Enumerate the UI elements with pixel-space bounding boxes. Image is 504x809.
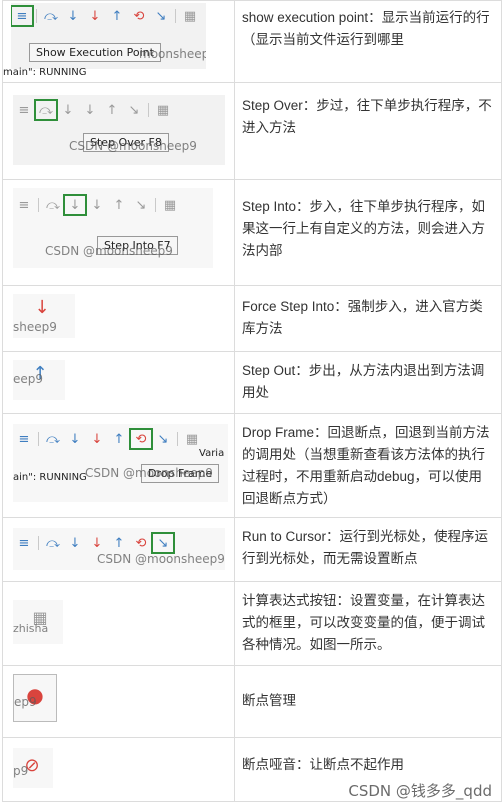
lines-icon[interactable]: ≡ <box>13 429 35 449</box>
watermark: zhisha <box>13 622 49 635</box>
step-out-icon[interactable]: ↑ <box>108 195 130 215</box>
table-row: ▦ zhisha 计算表达式按钮：设置变量，在计算表达式的框里，可以改变变量的值… <box>3 582 501 666</box>
drop-frame-icon[interactable]: ⟲ <box>129 428 153 450</box>
evaluate-icon[interactable]: ▦ <box>152 100 174 120</box>
table-row: ≡ ⤼ ↓ ↓ ↑ ⟲ ↘ CSDN @moonsheep9 Run to Cu… <box>3 518 501 582</box>
row-description: Step Out：步出，从方法内退出到方法调用处 <box>242 363 485 400</box>
step-into-icon[interactable]: ↓ <box>64 533 86 553</box>
table-row: ≡ ⤼ ↓ ↓ ↑ ⟲ ↘ ▦ Show Execution Point moo… <box>3 0 501 83</box>
lines-icon[interactable]: ≡ <box>11 5 34 27</box>
watermark: CSDN @moonsheep9 <box>97 552 225 566</box>
row-description: Step Into：步入，往下单步执行程序，如果这一行上有自定义的方法，则会进入… <box>242 199 486 258</box>
drop-frame-icon[interactable]: ⟲ <box>130 533 152 553</box>
watermark: CSDN @moonsheep9 <box>85 466 213 480</box>
screenshot-step-into: ≡ ⤼ ↓ ↓ ↑ ↘ ▦ Step Into F7 CSDN @moonshe… <box>3 180 235 285</box>
separator <box>38 432 39 446</box>
run-to-cursor-icon[interactable]: ↘ <box>150 6 172 26</box>
run-to-cursor-icon[interactable]: ↘ <box>152 429 174 449</box>
watermark: p9 <box>13 764 29 778</box>
separator <box>177 432 178 446</box>
force-step-into-icon[interactable]: ↓ <box>31 298 53 318</box>
force-step-into-icon[interactable]: ↓ <box>86 195 108 215</box>
screenshot-step-over: ≡ ⤼ ↓ ↓ ↑ ↘ ▦ Step Over F8 CSDN @moonshe… <box>3 83 235 179</box>
step-into-icon[interactable]: ↓ <box>64 429 86 449</box>
run-to-cursor-icon[interactable]: ↘ <box>151 532 175 554</box>
screenshot-show-execution-point: ≡ ⤼ ↓ ↓ ↑ ⟲ ↘ ▦ Show Execution Point moo… <box>3 1 235 82</box>
watermark: CSDN @moonsheep9 <box>69 139 197 153</box>
screenshot-drop-frame: ≡ ⤼ ↓ ↓ ↑ ⟲ ↘ ▦ Varia ain": RUNNING Drop… <box>3 414 235 517</box>
screenshot-run-to-cursor: ≡ ⤼ ↓ ↓ ↑ ⟲ ↘ CSDN @moonsheep9 <box>3 518 235 581</box>
row-description: Force Step Into：强制步入，进入官方类库方法 <box>242 299 483 336</box>
evaluate-icon[interactable]: ▦ <box>181 429 203 449</box>
watermark: sheep9 <box>13 320 57 334</box>
lines-icon[interactable]: ≡ <box>13 100 35 120</box>
screenshot-evaluate-expression: ▦ zhisha <box>3 582 235 665</box>
run-to-cursor-icon[interactable]: ↘ <box>130 195 152 215</box>
step-out-icon[interactable]: ↑ <box>106 6 128 26</box>
step-out-icon[interactable]: ↑ <box>101 100 123 120</box>
step-into-icon[interactable]: ↓ <box>63 194 87 216</box>
evaluate-icon[interactable]: ▦ <box>159 195 181 215</box>
separator <box>36 9 37 23</box>
table-row: ≡ ⤼ ↓ ↓ ↑ ↘ ▦ Step Over F8 CSDN @moonshe… <box>3 83 501 180</box>
variables-label: Varia <box>199 448 225 459</box>
table-row: ↑ eep9 Step Out：步出，从方法内退出到方法调用处 <box>3 352 501 414</box>
separator <box>175 9 176 23</box>
lines-icon[interactable]: ≡ <box>13 195 35 215</box>
step-over-icon[interactable]: ⤼ <box>42 195 64 215</box>
evaluate-icon[interactable]: ▦ <box>179 6 201 26</box>
thread-status: ain": RUNNING <box>13 472 87 483</box>
row-description: Run to Cursor：运行到光标处，使程序运行到光标处，而无需设置断点 <box>242 529 489 566</box>
screenshot-breakpoints: ● ep9 <box>3 666 235 737</box>
status-text: main": RUNNING <box>3 67 87 78</box>
separator <box>38 536 39 550</box>
footer-watermark: CSDN @钱多多_qdd <box>348 782 492 800</box>
table-row: ● ep9 断点管理 <box>3 666 501 738</box>
debug-buttons-table: ≡ ⤼ ↓ ↓ ↑ ⟲ ↘ ▦ Show Execution Point moo… <box>2 0 502 802</box>
step-out-icon[interactable]: ↑ <box>108 429 130 449</box>
step-over-icon[interactable]: ⤼ <box>40 6 62 26</box>
row-description: show execution point：显示当前运行的行（显示当前文件运行到哪… <box>242 10 490 47</box>
table-row: ↓ sheep9 Force Step Into：强制步入，进入官方类库方法 <box>3 286 501 352</box>
table-row: ≡ ⤼ ↓ ↓ ↑ ↘ ▦ Step Into F7 CSDN @moonshe… <box>3 180 501 286</box>
force-step-into-icon[interactable]: ↓ <box>86 533 108 553</box>
watermark: eep9 <box>13 372 44 386</box>
table-row: ≡ ⤼ ↓ ↓ ↑ ⟲ ↘ ▦ Varia ain": RUNNING Drop… <box>3 414 501 518</box>
lines-icon[interactable]: ≡ <box>13 533 35 553</box>
drop-frame-icon[interactable]: ⟲ <box>128 6 150 26</box>
screenshot-step-out: ↑ eep9 <box>3 352 235 413</box>
force-step-into-icon[interactable]: ↓ <box>86 429 108 449</box>
run-to-cursor-icon[interactable]: ↘ <box>123 100 145 120</box>
step-over-icon[interactable]: ⤼ <box>42 429 64 449</box>
force-step-into-icon[interactable]: ↓ <box>79 100 101 120</box>
separator <box>38 198 39 212</box>
separator <box>148 103 149 117</box>
separator <box>155 198 156 212</box>
step-out-icon[interactable]: ↑ <box>108 533 130 553</box>
row-description: 计算表达式按钮：设置变量，在计算表达式的框里，可以改变变量的值，便于调试各种情况… <box>242 593 485 652</box>
screenshot-mute-breakpoints: ⊘ p9 <box>3 738 235 801</box>
force-step-into-icon[interactable]: ↓ <box>84 6 106 26</box>
step-into-icon[interactable]: ↓ <box>62 6 84 26</box>
step-into-icon[interactable]: ↓ <box>57 100 79 120</box>
watermark: moonsheep9 <box>139 47 206 61</box>
step-over-icon[interactable]: ⤼ <box>34 99 58 121</box>
row-description: Drop Frame：回退断点，回退到当前方法的调用处（当想重新查看该方法体的执… <box>242 425 490 506</box>
watermark: ep9 <box>14 695 37 709</box>
row-description: 断点管理 <box>242 693 296 708</box>
screenshot-force-step-into: ↓ sheep9 <box>3 286 235 351</box>
watermark: CSDN @moonsheep9 <box>45 244 173 258</box>
row-description: Step Over：步过，往下单步执行程序，不进入方法 <box>242 98 492 135</box>
step-over-icon[interactable]: ⤼ <box>42 533 64 553</box>
